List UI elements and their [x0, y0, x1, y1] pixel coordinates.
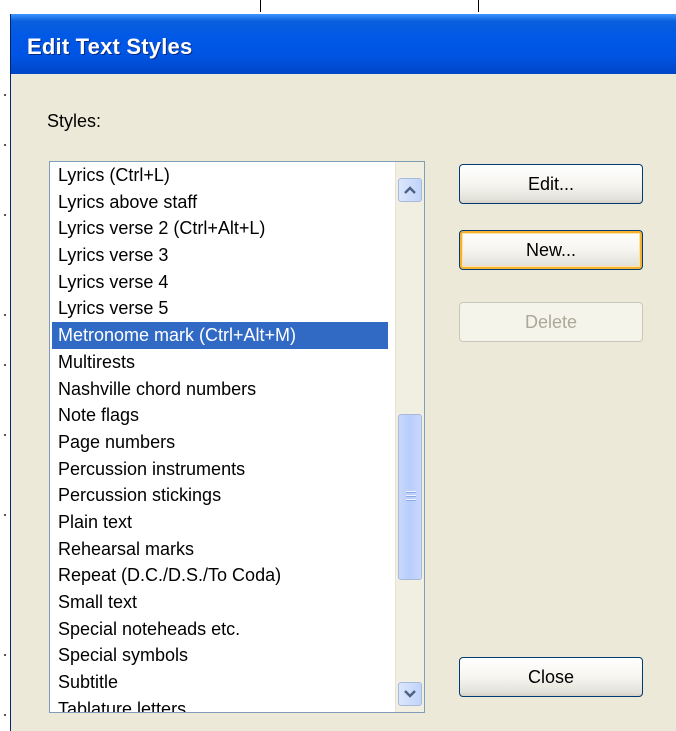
styles-listbox[interactable]: Lyrics (Ctrl+L) Lyrics above staff Lyrics …	[49, 161, 425, 713]
list-item[interactable]: Nashville chord numbers	[52, 376, 388, 403]
dialog-title: Edit Text Styles	[27, 34, 193, 59]
scroll-up-button[interactable]	[398, 178, 422, 202]
background-margin	[0, 14, 10, 731]
styles-list: Lyrics (Ctrl+L) Lyrics above staff Lyrics …	[52, 162, 388, 712]
list-item[interactable]: Special symbols	[52, 642, 388, 669]
scroll-down-button[interactable]	[398, 682, 422, 706]
list-item[interactable]: Tablature letters	[52, 696, 388, 712]
list-item[interactable]: Repeat (D.C./D.S./To Coda)	[52, 562, 388, 589]
list-item[interactable]: Metronome mark (Ctrl+Alt+M)	[52, 322, 388, 349]
list-item[interactable]: Percussion instruments	[52, 456, 388, 483]
chevron-down-icon	[404, 690, 416, 698]
styles-scrollbar[interactable]	[395, 162, 424, 712]
delete-button[interactable]: Delete	[459, 302, 643, 342]
list-item[interactable]: Lyrics verse 4	[52, 269, 388, 296]
list-item[interactable]: Rehearsal marks	[52, 536, 388, 563]
edit-text-styles-dialog: Edit Text Styles Styles: Lyrics (Ctrl+L)…	[10, 14, 676, 731]
list-item[interactable]: Percussion stickings	[52, 482, 388, 509]
dialog-titlebar[interactable]: Edit Text Styles	[11, 14, 676, 74]
list-item[interactable]: Small text	[52, 589, 388, 616]
list-item[interactable]: Lyrics above staff	[52, 189, 388, 216]
list-item[interactable]: Lyrics verse 3	[52, 242, 388, 269]
styles-label: Styles:	[47, 111, 102, 131]
edit-button[interactable]: Edit...	[459, 164, 643, 204]
list-item[interactable]: Subtitle	[52, 669, 388, 696]
new-button[interactable]: New...	[459, 230, 643, 270]
list-item[interactable]: Lyrics (Ctrl+L)	[52, 162, 388, 189]
close-button[interactable]: Close	[459, 657, 643, 697]
list-item[interactable]: Multirests	[52, 349, 388, 376]
screen: Edit Text Styles Styles: Lyrics (Ctrl+L)…	[0, 0, 676, 731]
list-item[interactable]: Special noteheads etc.	[52, 616, 388, 643]
list-item[interactable]: Lyrics verse 2 (Ctrl+Alt+L)	[52, 215, 388, 242]
list-item[interactable]: Plain text	[52, 509, 388, 536]
scroll-thumb[interactable]	[398, 414, 422, 580]
list-item[interactable]: Page numbers	[52, 429, 388, 456]
chevron-up-icon	[404, 186, 416, 194]
background-ruler	[0, 0, 676, 14]
list-item[interactable]: Note flags	[52, 402, 388, 429]
grip-icon	[406, 491, 416, 503]
list-item[interactable]: Lyrics verse 5	[52, 295, 388, 322]
